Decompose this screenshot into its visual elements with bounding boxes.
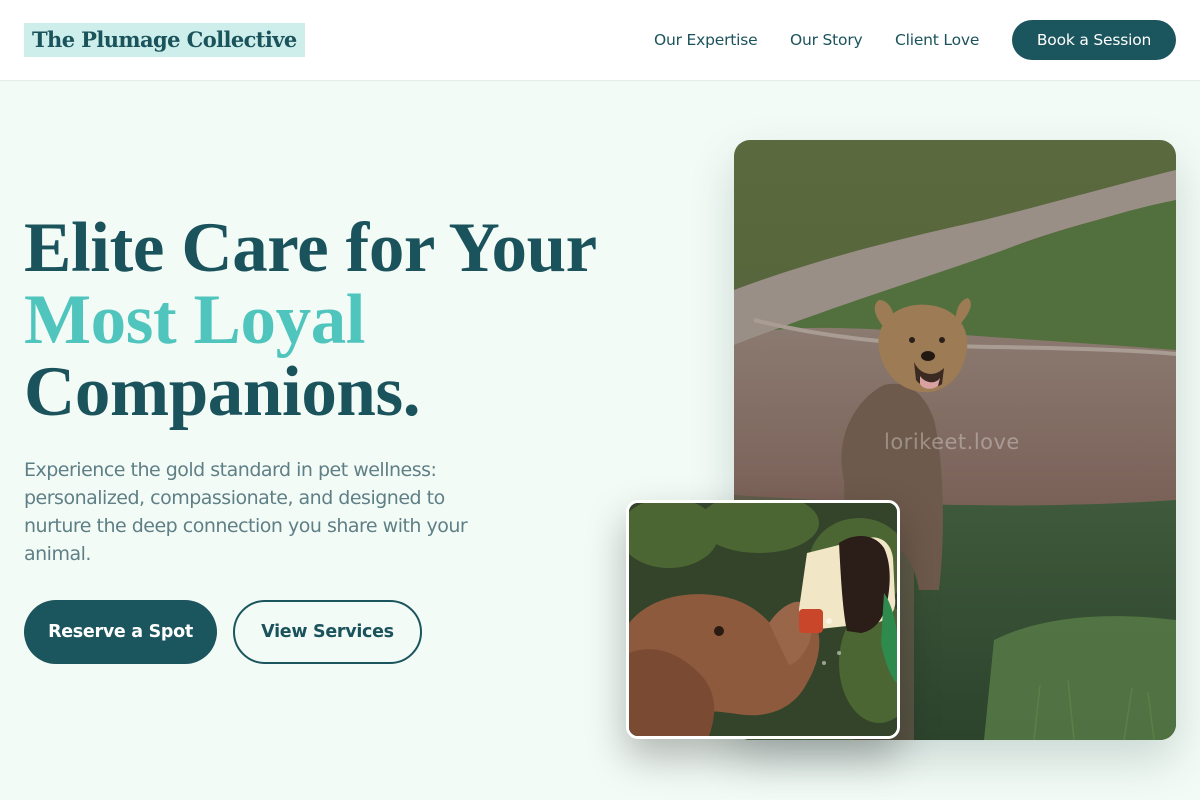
nav-link-our-expertise[interactable]: Our Expertise [654,29,758,51]
hero-subtext: Experience the gold standard in pet well… [24,459,468,565]
headline-line-3: Companions. [24,353,421,431]
elephant-photo-illustration [629,503,897,736]
top-nav: The Plumage Collective Our Expertise Our… [0,0,1200,81]
book-session-button[interactable]: Book a Session [1012,20,1176,60]
brand-logo[interactable]: The Plumage Collective [24,23,305,57]
headline-line-1: Elite Care for Your [24,209,597,287]
nav-link-our-story[interactable]: Our Story [790,29,863,51]
view-services-button[interactable]: View Services [233,600,422,664]
elephant-photo [626,500,900,739]
nav-link-client-love[interactable]: Client Love [895,29,979,51]
headline-accent: Most Loyal [24,281,366,359]
hero-headline: Elite Care for Your Most Loyal Companion… [24,212,624,428]
reserve-spot-button[interactable]: Reserve a Spot [24,600,217,664]
photo-watermark: lorikeet.love [884,430,1020,454]
